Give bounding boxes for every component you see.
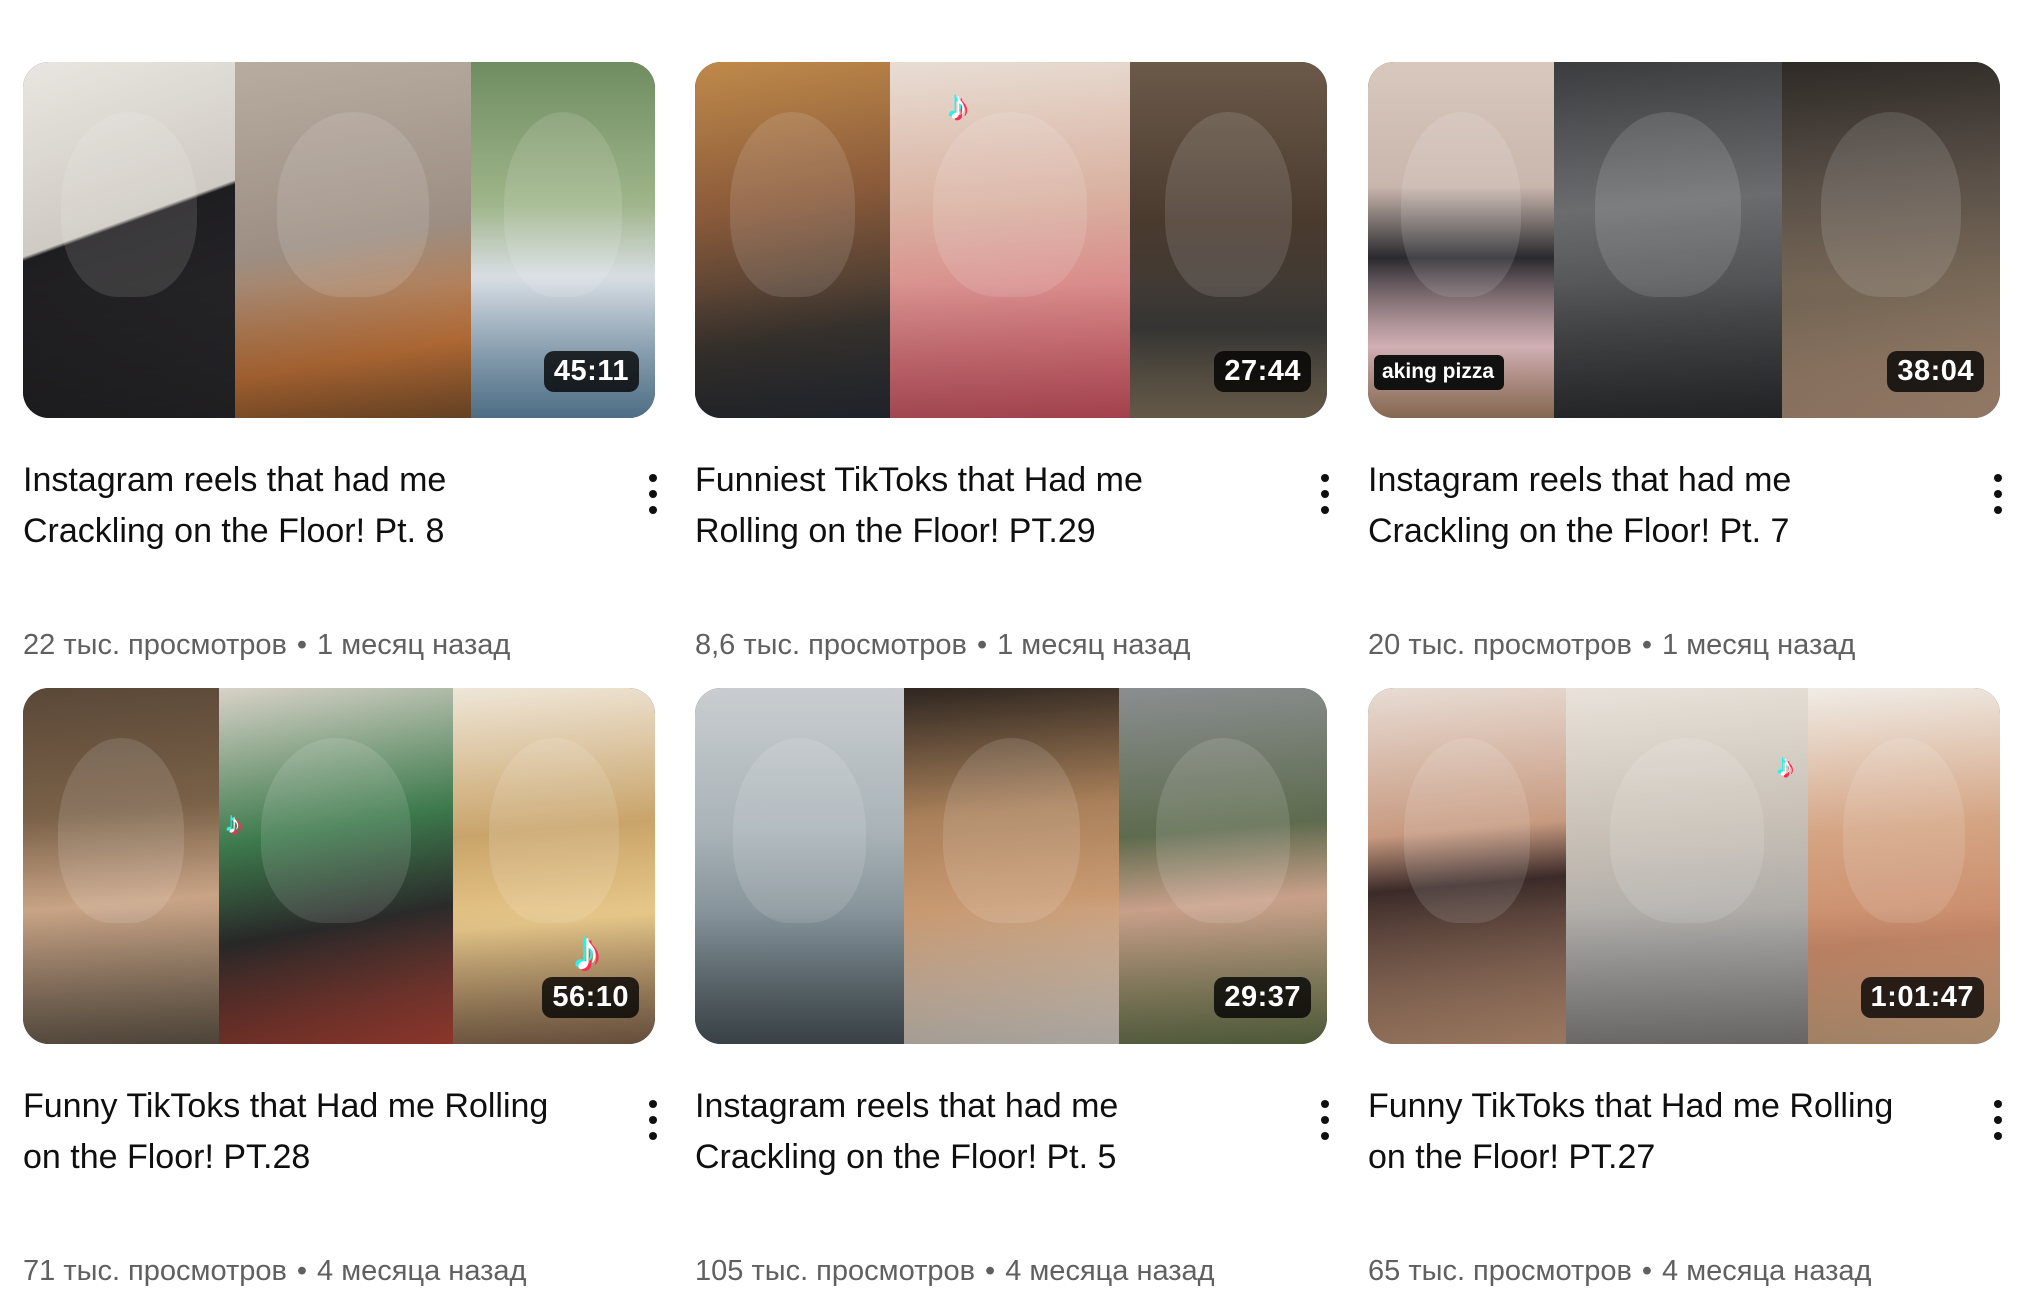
video-title-line: Funny TikToks that Had me Rolling <box>23 1087 549 1125</box>
video-thumbnail[interactable]: ♪ 27:44 <box>695 62 1327 418</box>
video-thumbnail[interactable]: 45:11 <box>23 62 655 418</box>
video-title-line: Funniest TikToks that Had me <box>695 461 1143 499</box>
video-title[interactable]: Instagram reels that had me Crackling on… <box>23 455 583 557</box>
video-title-line: Instagram reels that had me <box>695 1087 1119 1125</box>
video-card[interactable]: ♪ 1:01:47 Funny TikToks that Had me Roll… <box>1368 688 2002 1287</box>
tiktok-logo-icon: ♪ <box>227 808 241 839</box>
thumbnail-panel: ♪ <box>219 688 453 1044</box>
video-title-line: on the Floor! PT.28 <box>23 1138 311 1176</box>
thumbnail-panel <box>695 688 904 1044</box>
video-thumbnail[interactable]: 29:37 <box>695 688 1327 1044</box>
video-card[interactable]: 45:11 Instagram reels that had me Crackl… <box>23 62 657 661</box>
video-thumbnail[interactable]: aking pizza 38:04 <box>1368 62 2000 418</box>
video-title-line: Crackling on the Floor! Pt. 5 <box>695 1138 1117 1176</box>
video-title-line: Funny TikToks that Had me Rolling <box>1368 1087 1894 1125</box>
video-title[interactable]: Instagram reels that had me Crackling on… <box>695 1081 1255 1183</box>
more-options-icon[interactable] <box>1310 467 1340 521</box>
thumbnail-panel <box>1368 688 1566 1044</box>
thumbnail-panel: ♪ <box>1566 688 1808 1044</box>
view-count: 71 тыс. просмотров <box>23 1255 287 1287</box>
video-metadata: 65 тыс. просмотров • 4 месяца назад <box>1368 1253 1871 1289</box>
video-title[interactable]: Funniest TikToks that Had me Rolling on … <box>695 455 1255 557</box>
meta-separator: • <box>296 1255 308 1287</box>
upload-age: 1 месяц назад <box>317 629 511 661</box>
video-grid: 45:11 Instagram reels that had me Crackl… <box>0 0 2026 1287</box>
thumbnail-overlay-caption: aking pizza <box>1374 355 1505 390</box>
thumbnail-panel <box>23 688 219 1044</box>
video-metadata: 8,6 тыс. просмотров • 1 месяц назад <box>695 627 1190 663</box>
video-duration: 29:37 <box>1214 977 1311 1018</box>
upload-age: 1 месяц назад <box>1662 629 1856 661</box>
more-options-icon[interactable] <box>1983 1093 2013 1147</box>
video-duration: 45:11 <box>543 351 639 392</box>
upload-age: 4 месяца назад <box>317 1255 527 1287</box>
more-options-icon[interactable] <box>1310 1093 1340 1147</box>
video-card[interactable]: ♪ 27:44 Funniest TikToks that Had me Rol… <box>695 62 1329 661</box>
video-metadata: 20 тыс. просмотров • 1 месяц назад <box>1368 627 1855 663</box>
more-options-icon[interactable] <box>1983 467 2013 521</box>
video-card[interactable]: ♪ ♪ 56:10 Funny TikToks that Had me Roll… <box>23 688 657 1287</box>
upload-age: 4 месяца назад <box>1005 1255 1215 1287</box>
view-count: 22 тыс. просмотров <box>23 629 287 661</box>
video-duration: 38:04 <box>1887 351 1984 392</box>
meta-separator: • <box>1641 629 1653 661</box>
meta-separator: • <box>976 629 988 661</box>
video-title-line: Rolling on the Floor! PT.29 <box>695 512 1096 550</box>
view-count: 8,6 тыс. просмотров <box>695 629 967 661</box>
video-title[interactable]: Instagram reels that had me Crackling on… <box>1368 455 1928 557</box>
video-title[interactable]: Funny TikToks that Had me Rolling on the… <box>1368 1081 1928 1183</box>
video-title-line: Crackling on the Floor! Pt. 7 <box>1368 512 1790 550</box>
video-metadata: 22 тыс. просмотров • 1 месяц назад <box>23 627 510 663</box>
tiktok-logo-icon: ♪ <box>573 919 601 982</box>
video-duration: 56:10 <box>542 977 639 1018</box>
video-card[interactable]: aking pizza 38:04 Instagram reels that h… <box>1368 62 2002 661</box>
upload-age: 1 месяц назад <box>997 629 1191 661</box>
video-duration: 27:44 <box>1214 351 1311 392</box>
more-options-icon[interactable] <box>638 467 668 521</box>
video-title-line: Instagram reels that had me <box>1368 461 1792 499</box>
thumbnail-panel <box>904 688 1119 1044</box>
video-metadata: 71 тыс. просмотров • 4 месяца назад <box>23 1253 526 1289</box>
more-options-icon[interactable] <box>638 1093 668 1147</box>
video-card[interactable]: 29:37 Instagram reels that had me Crackl… <box>695 688 1329 1287</box>
video-thumbnail[interactable]: ♪ 1:01:47 <box>1368 688 2000 1044</box>
meta-separator: • <box>985 1255 996 1287</box>
thumbnail-panel <box>23 62 235 418</box>
video-title[interactable]: Funny TikToks that Had me Rolling on the… <box>23 1081 583 1183</box>
meta-separator: • <box>296 629 308 661</box>
tiktok-logo-icon: ♪ <box>1778 750 1793 783</box>
video-metadata: 105 тыс. просмотров • 4 месяца назад <box>695 1253 1215 1289</box>
view-count: 65 тыс. просмотров <box>1368 1255 1632 1287</box>
thumbnail-panel <box>1554 62 1782 418</box>
video-title-line: Crackling on the Floor! Pt. 8 <box>23 512 445 550</box>
video-duration: 1:01:47 <box>1860 977 1984 1018</box>
upload-age: 4 месяца назад <box>1662 1255 1872 1287</box>
video-thumbnail[interactable]: ♪ ♪ 56:10 <box>23 688 655 1044</box>
view-count: 20 тыс. просмотров <box>1368 629 1632 661</box>
view-count: 105 тыс. просмотров <box>695 1255 976 1287</box>
video-title-line: on the Floor! PT.27 <box>1368 1138 1656 1176</box>
video-title-line: Instagram reels that had me <box>23 461 447 499</box>
thumbnail-panel <box>235 62 471 418</box>
meta-separator: • <box>1641 1255 1653 1287</box>
thumbnail-panel: ♪ <box>890 62 1130 418</box>
tiktok-logo-icon: ♪ <box>948 84 968 128</box>
thumbnail-panel <box>695 62 890 418</box>
